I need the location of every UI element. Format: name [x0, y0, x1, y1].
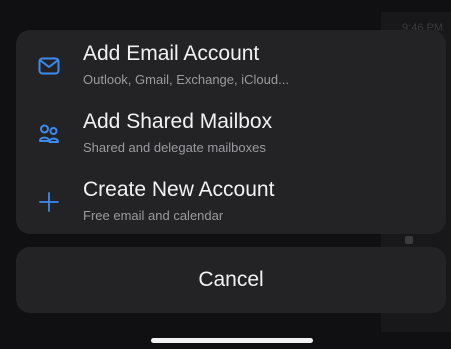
add-email-account-option[interactable]: Add Email Account Outlook, Gmail, Exchan…: [16, 30, 446, 98]
envelope-icon: [36, 53, 62, 79]
add-email-account-title: Add Email Account: [83, 42, 260, 65]
cancel-button[interactable]: Cancel: [16, 247, 446, 313]
background-attachment-icon: [405, 236, 413, 244]
add-account-action-sheet: Add Email Account Outlook, Gmail, Exchan…: [16, 30, 446, 234]
cancel-button-label: Cancel: [198, 268, 264, 291]
add-shared-mailbox-title: Add Shared Mailbox: [83, 110, 273, 133]
create-new-account-title: Create New Account: [83, 178, 275, 201]
add-shared-mailbox-option[interactable]: Add Shared Mailbox Shared and delegate m…: [16, 98, 446, 166]
create-new-account-option[interactable]: Create New Account Free email and calend…: [16, 166, 446, 234]
add-shared-mailbox-subtitle: Shared and delegate mailboxes: [83, 140, 266, 155]
add-email-account-subtitle: Outlook, Gmail, Exchange, iCloud...: [83, 72, 289, 87]
shared-people-icon: [36, 121, 62, 147]
plus-icon: [36, 189, 62, 215]
create-new-account-subtitle: Free email and calendar: [83, 208, 224, 223]
home-indicator[interactable]: [151, 338, 313, 343]
screen: 9:46 PM Add Email Account Outlook, Gmail…: [0, 0, 451, 349]
